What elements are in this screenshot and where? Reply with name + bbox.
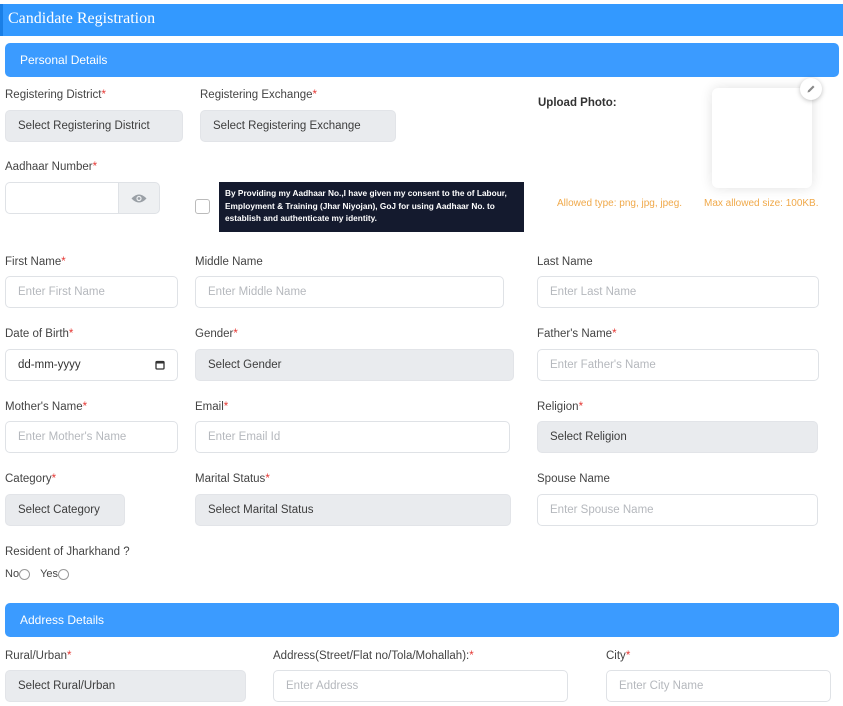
page-title: Candidate Registration bbox=[0, 4, 843, 36]
gender-label: Gender* bbox=[195, 328, 238, 340]
photo-upload-area[interactable] bbox=[712, 88, 812, 188]
registering-district-select[interactable]: Select Registering District bbox=[5, 110, 183, 142]
registering-exchange-select[interactable]: Select Registering Exchange bbox=[200, 110, 396, 142]
marital-status-select[interactable]: Select Marital Status bbox=[195, 494, 511, 526]
aadhaar-label: Aadhaar Number* bbox=[5, 161, 98, 173]
registering-exchange-label: Registering Exchange* bbox=[200, 89, 317, 101]
upload-photo-label: Upload Photo: bbox=[538, 97, 617, 109]
marital-status-label: Marital Status* bbox=[195, 473, 270, 485]
aadhaar-consent-checkbox[interactable] bbox=[195, 199, 210, 214]
first-name-input[interactable]: Enter First Name bbox=[5, 276, 178, 308]
aadhaar-input[interactable] bbox=[5, 182, 119, 214]
email-input[interactable]: Enter Email Id bbox=[195, 421, 510, 453]
rural-urban-select[interactable]: Select Rural/Urban bbox=[5, 670, 246, 702]
allowed-type-hint: Allowed type: png, jpg, jpeg. bbox=[557, 198, 683, 209]
spouse-name-input[interactable]: Enter Spouse Name bbox=[537, 494, 818, 526]
section-header-address: Address Details bbox=[5, 603, 839, 637]
spouse-name-label: Spouse Name bbox=[537, 473, 610, 485]
resident-label: Resident of Jharkhand ? bbox=[5, 546, 130, 558]
dob-input[interactable]: dd-mm-yyyy bbox=[5, 349, 178, 381]
address-label: Address(Street/Flat no/Tola/Mohallah):* bbox=[273, 650, 474, 662]
gender-select[interactable]: Select Gender bbox=[195, 349, 514, 381]
eye-icon bbox=[131, 194, 147, 202]
max-size-hint: Max allowed size: 100KB. bbox=[704, 198, 819, 209]
religion-label: Religion* bbox=[537, 401, 584, 413]
city-input[interactable]: Enter City Name bbox=[606, 670, 831, 702]
registering-district-label: Registering District* bbox=[5, 89, 106, 101]
pencil-icon bbox=[807, 85, 815, 93]
aadhaar-consent-text: By Providing my Aadhaar No.,I have given… bbox=[219, 182, 524, 232]
middle-name-label: Middle Name bbox=[195, 256, 263, 268]
last-name-input[interactable]: Enter Last Name bbox=[537, 276, 819, 308]
address-input[interactable]: Enter Address bbox=[273, 670, 568, 702]
category-select[interactable]: Select Category bbox=[5, 494, 125, 526]
dob-label: Date of Birth* bbox=[5, 328, 74, 340]
last-name-label: Last Name bbox=[537, 256, 593, 268]
resident-radio-group: No Yes bbox=[5, 568, 79, 580]
mother-name-input[interactable]: Enter Mother's Name bbox=[5, 421, 178, 453]
father-name-input[interactable]: Enter Father's Name bbox=[537, 349, 819, 381]
first-name-label: First Name* bbox=[5, 256, 66, 268]
dob-placeholder: dd-mm-yyyy bbox=[18, 359, 81, 371]
email-label: Email* bbox=[195, 401, 229, 413]
category-label: Category* bbox=[5, 473, 57, 485]
resident-no-label: No bbox=[5, 568, 20, 580]
resident-yes-label: Yes bbox=[40, 568, 59, 580]
religion-select[interactable]: Select Religion bbox=[537, 421, 818, 453]
resident-no-radio[interactable] bbox=[19, 568, 31, 580]
mother-name-label: Mother's Name* bbox=[5, 401, 88, 413]
section-header-personal: Personal Details bbox=[5, 43, 839, 77]
resident-yes-radio[interactable] bbox=[58, 568, 70, 580]
middle-name-input[interactable]: Enter Middle Name bbox=[195, 276, 504, 308]
edit-photo-button[interactable] bbox=[800, 78, 822, 100]
city-label: City* bbox=[606, 650, 631, 662]
toggle-aadhaar-visibility-button[interactable] bbox=[118, 182, 160, 214]
father-name-label: Father's Name* bbox=[537, 328, 617, 340]
rural-urban-label: Rural/Urban* bbox=[5, 650, 72, 662]
calendar-icon[interactable] bbox=[155, 360, 165, 370]
